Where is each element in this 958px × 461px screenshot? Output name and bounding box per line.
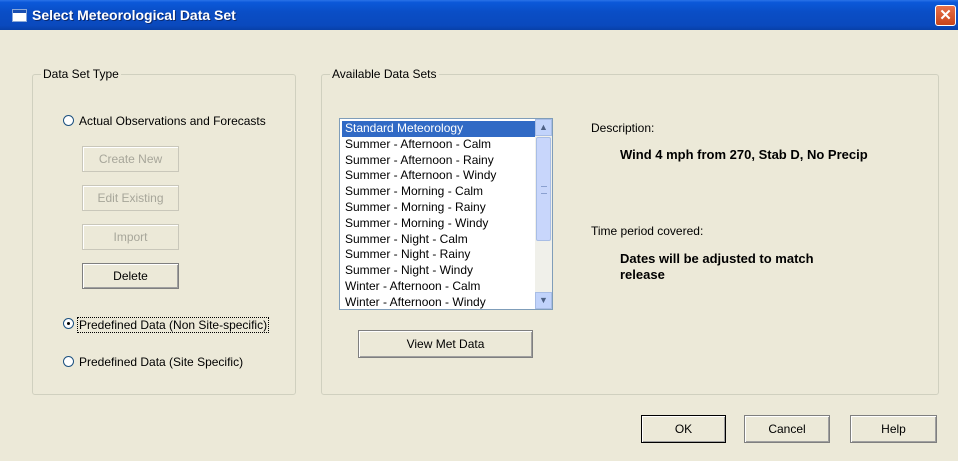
scroll-down-button[interactable]: ▼	[535, 292, 552, 309]
radio-predefined-non-site-specific-circle[interactable]	[63, 318, 74, 329]
window-title: Select Meteorological Data Set	[32, 7, 236, 23]
description-value: Wind 4 mph from 270, Stab D, No Precip	[620, 147, 868, 162]
cancel-button[interactable]: Cancel	[744, 415, 830, 443]
list-item[interactable]: Winter - Afternoon - Calm	[342, 279, 536, 295]
list-item[interactable]: Winter - Afternoon - Windy	[342, 295, 536, 309]
radio-predefined-site-specific-label: Predefined Data (Site Specific)	[79, 355, 244, 369]
list-item[interactable]: Summer - Afternoon - Windy	[342, 168, 536, 184]
radio-actual-observations-label: Actual Observations and Forecasts	[79, 114, 266, 128]
dialog-body: Data Set Type Actual Observations and Fo…	[3, 30, 955, 461]
scroll-thumb[interactable]	[536, 137, 551, 241]
close-button[interactable]: ✕	[935, 5, 956, 26]
radio-predefined-non-site-specific-label: Predefined Data (Non Site-specific)	[77, 317, 270, 333]
list-item[interactable]: Summer - Night - Calm	[342, 232, 536, 248]
delete-button[interactable]: Delete	[82, 263, 179, 289]
ok-button-label: OK	[674, 422, 693, 436]
listbox-scrollbar[interactable]: ▲ ▼	[535, 119, 552, 309]
edit-existing-button[interactable]: Edit Existing	[82, 185, 179, 211]
cancel-button-label: Cancel	[768, 422, 806, 436]
window-icon[interactable]	[12, 9, 27, 22]
list-item[interactable]: Summer - Afternoon - Rainy	[342, 153, 536, 169]
list-item[interactable]: Standard Meteorology	[342, 121, 536, 137]
data-sets-list: Standard Meteorology Summer - Afternoon …	[342, 121, 536, 309]
ok-button[interactable]: OK	[641, 415, 726, 443]
scroll-up-button[interactable]: ▲	[535, 119, 552, 136]
available-data-sets-legend: Available Data Sets	[330, 67, 439, 81]
chevron-up-icon: ▲	[539, 122, 548, 132]
list-item[interactable]: Summer - Morning - Calm	[342, 184, 536, 200]
list-item[interactable]: Summer - Night - Rainy	[342, 247, 536, 263]
time-period-label: Time period covered:	[591, 224, 704, 238]
view-met-data-button-label: View Met Data	[406, 337, 485, 351]
radio-actual-observations-circle[interactable]	[63, 115, 74, 126]
list-item[interactable]: Summer - Morning - Windy	[342, 216, 536, 232]
view-met-data-button[interactable]: View Met Data	[358, 330, 533, 358]
list-item[interactable]: Summer - Afternoon - Calm	[342, 137, 536, 153]
delete-button-label: Delete	[113, 269, 148, 283]
import-button-label: Import	[113, 230, 148, 244]
scroll-grip-icon	[541, 186, 547, 194]
import-button[interactable]: Import	[82, 224, 179, 250]
close-icon: ✕	[939, 7, 952, 24]
help-button[interactable]: Help	[850, 415, 937, 443]
chevron-down-icon: ▼	[539, 295, 548, 305]
list-item[interactable]: Summer - Morning - Rainy	[342, 200, 536, 216]
edit-existing-button-label: Edit Existing	[97, 191, 164, 205]
data-sets-listbox[interactable]: Standard Meteorology Summer - Afternoon …	[339, 118, 553, 310]
title-bar: Select Meteorological Data Set ✕	[0, 0, 958, 30]
description-label: Description:	[591, 121, 655, 135]
list-item[interactable]: Summer - Night - Windy	[342, 263, 536, 279]
create-new-button-label: Create New	[98, 152, 163, 166]
create-new-button[interactable]: Create New	[82, 146, 179, 172]
time-period-value-line2: release	[620, 267, 665, 282]
help-button-label: Help	[881, 422, 906, 436]
time-period-value-line1: Dates will be adjusted to match	[620, 251, 814, 266]
radio-predefined-site-specific-circle[interactable]	[63, 356, 74, 367]
data-set-type-legend: Data Set Type	[41, 67, 121, 81]
